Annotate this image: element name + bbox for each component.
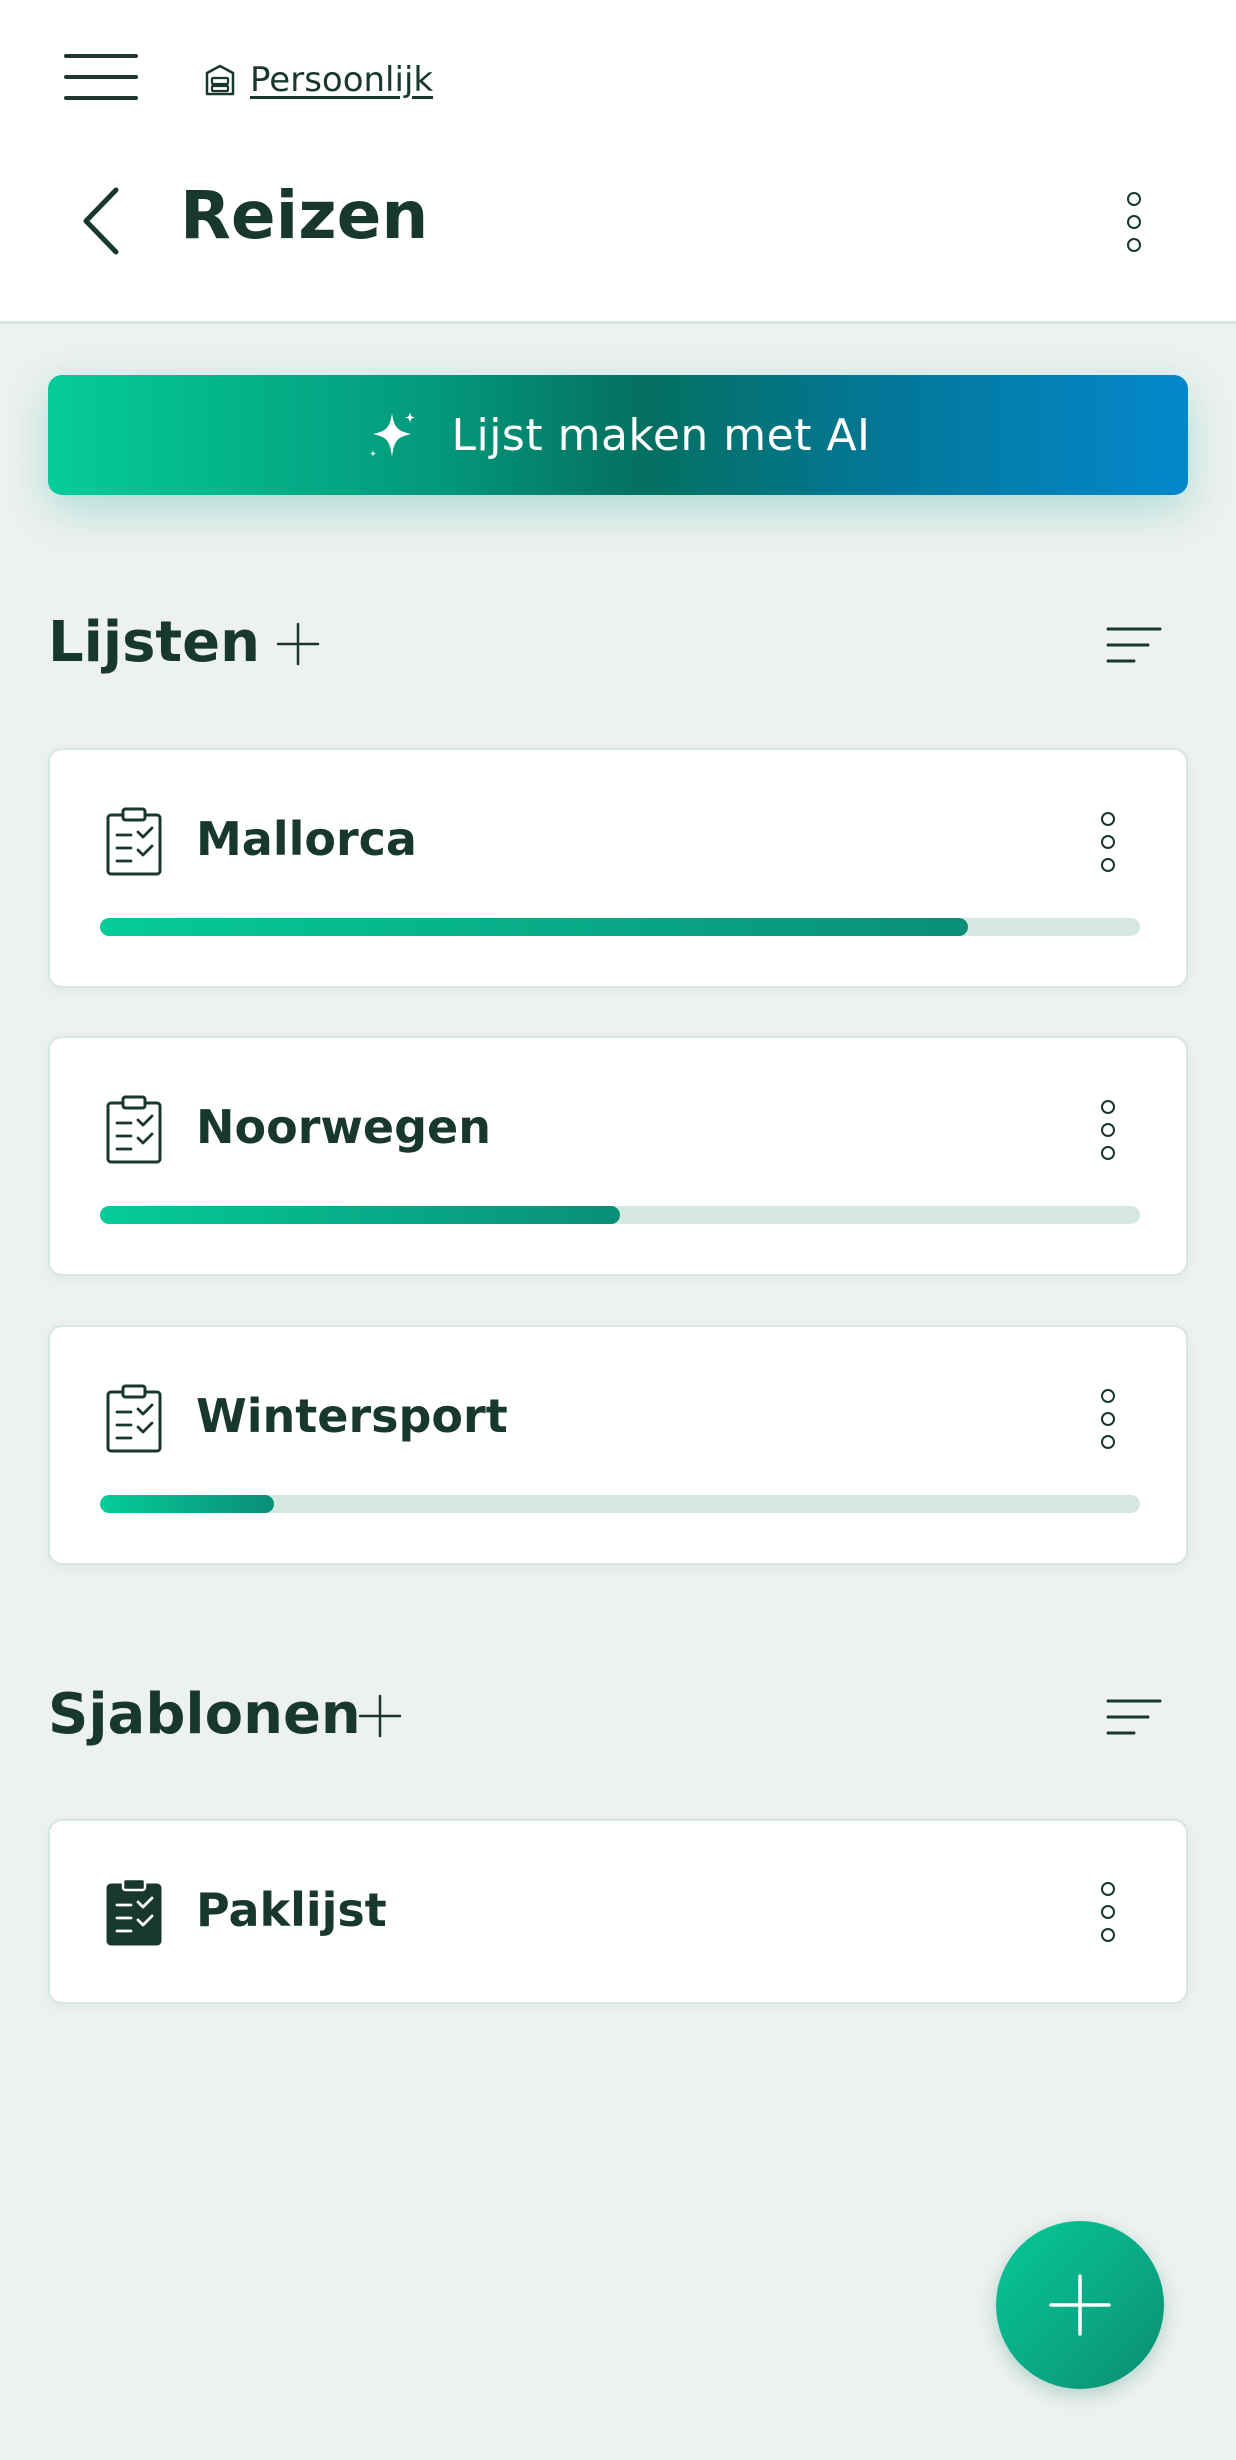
ai-button-label: Lijst maken met AI xyxy=(451,409,871,461)
list-card-wintersport[interactable]: Wintersport xyxy=(48,1325,1188,1565)
list-name: Mallorca xyxy=(196,812,417,866)
progress-fill xyxy=(100,1495,274,1513)
add-fab-button[interactable] xyxy=(996,2221,1164,2389)
list-name: Wintersport xyxy=(196,1389,508,1443)
box-icon xyxy=(205,64,235,96)
list-progress-bar xyxy=(100,918,1140,936)
clipboard-check-filled-icon xyxy=(106,1877,162,1946)
progress-fill xyxy=(100,918,969,936)
template-name: Paklijst xyxy=(196,1883,387,1937)
breadcrumb-label: Persoonlijk xyxy=(250,60,434,100)
breadcrumb[interactable]: Persoonlijk xyxy=(204,58,433,102)
templates-section-title: Sjablonen xyxy=(48,1682,361,1747)
clipboard-check-icon xyxy=(106,1384,162,1453)
lists-section-title: Lijsten xyxy=(48,610,261,675)
create-list-with-ai-button[interactable]: Lijst maken met AI xyxy=(48,375,1188,495)
page-more-kebab-icon[interactable] xyxy=(1119,192,1149,252)
plus-icon xyxy=(1049,2274,1111,2336)
progress-fill xyxy=(100,1206,620,1224)
list-card-noorwegen[interactable]: Noorwegen xyxy=(48,1036,1188,1276)
list-card-mallorca[interactable]: Mallorca xyxy=(48,748,1188,988)
template-more-kebab-icon[interactable] xyxy=(1093,1882,1123,1942)
hamburger-menu-icon[interactable] xyxy=(64,52,138,102)
list-progress-bar xyxy=(100,1206,1140,1224)
sort-templates-icon[interactable] xyxy=(1106,1698,1162,1736)
list-more-kebab-icon[interactable] xyxy=(1093,1389,1123,1449)
list-more-kebab-icon[interactable] xyxy=(1093,812,1123,872)
sparkles-icon xyxy=(370,412,416,457)
page-title: Reizen xyxy=(180,177,429,254)
add-template-plus-icon[interactable] xyxy=(358,1694,402,1738)
list-progress-bar xyxy=(100,1495,1140,1513)
list-name: Noorwegen xyxy=(196,1100,491,1154)
add-list-plus-icon[interactable] xyxy=(276,622,320,666)
list-more-kebab-icon[interactable] xyxy=(1093,1100,1123,1160)
clipboard-check-icon xyxy=(106,807,162,876)
clipboard-check-icon xyxy=(106,1095,162,1164)
sort-lists-icon[interactable] xyxy=(1106,626,1162,664)
template-card-paklijst[interactable]: Paklijst xyxy=(48,1819,1188,2004)
chevron-left-icon[interactable] xyxy=(78,186,128,256)
top-app-bar: Persoonlijk Reizen xyxy=(0,0,1236,324)
